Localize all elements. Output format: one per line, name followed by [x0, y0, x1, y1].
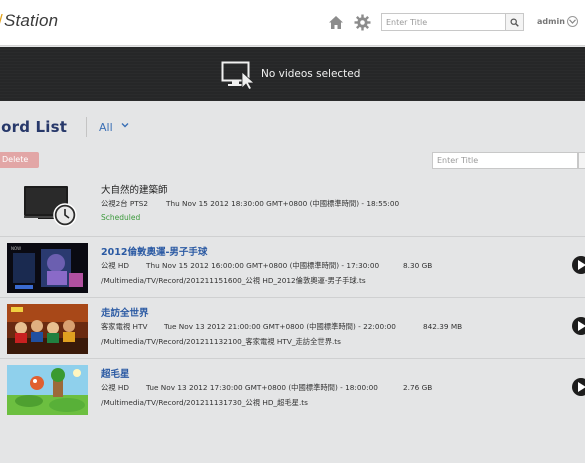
record-channel: 客家電視 HTV — [101, 322, 148, 331]
play-button[interactable] — [572, 256, 585, 274]
record-title[interactable]: 2012倫敦奧運-男子手球 — [101, 244, 207, 258]
search-input[interactable] — [382, 14, 506, 30]
record-title[interactable]: 走訪全世界 — [101, 305, 149, 319]
list-item[interactable]: 超毛星 公視 HD Tue Nov 13 2012 17:30:00 GMT+0… — [0, 358, 585, 419]
record-search-input[interactable] — [432, 152, 578, 169]
record-path: /Multimedia/TV/Record/201211131730_公視 HD… — [101, 398, 308, 407]
chevron-down-icon — [569, 19, 576, 24]
chevron-down-icon[interactable] — [120, 120, 130, 130]
record-path: /Multimedia/TV/Record/201211132100_客家電視 … — [101, 337, 341, 346]
record-title: 大自然的建築師 — [101, 185, 168, 196]
play-button[interactable] — [572, 317, 585, 335]
play-button[interactable] — [572, 378, 585, 396]
status-badge: Scheduled — [101, 213, 141, 222]
gear-icon[interactable] — [354, 14, 371, 31]
record-title[interactable]: 超毛星 — [101, 366, 130, 380]
user-name[interactable]: admin — [537, 17, 565, 26]
record-size: 842.39 MB — [423, 322, 463, 331]
record-time: Thu Nov 15 2012 16:00:00 GMT+0800 (中國標準時… — [146, 261, 380, 270]
video-thumbnail — [7, 365, 88, 415]
delete-button[interactable]: Delete — [0, 152, 39, 168]
user-menu-button[interactable] — [567, 16, 578, 27]
home-icon[interactable] — [328, 15, 344, 30]
record-channel: 公視 HD — [101, 383, 130, 392]
video-thumbnail: NOW — [7, 243, 88, 293]
video-thumbnail — [7, 304, 88, 354]
no-videos-message: No videos selected — [261, 68, 361, 80]
search-button[interactable] — [505, 14, 523, 30]
record-time: Tue Nov 13 2012 21:00:00 GMT+0800 (中國標準時… — [164, 322, 396, 331]
video-preview-panel: No videos selected — [0, 47, 585, 101]
record-path: /Multimedia/TV/Record/201211151600_公視 HD… — [101, 276, 366, 285]
record-time: Tue Nov 13 2012 17:30:00 GMT+0800 (中國標準時… — [146, 383, 378, 392]
svg-text:NOW: NOW — [11, 246, 21, 251]
scheduled-tv-icon — [24, 186, 77, 227]
title-search — [381, 13, 524, 31]
record-channel: 公視2台 PTS2 — [101, 199, 148, 208]
list-item[interactable]: NOW 2012倫敦奧運-男子手球 公視 HD Thu Nov 15 2012 … — [0, 236, 585, 297]
record-time: Thu Nov 15 2012 18:30:00 GMT+0800 (中國標準時… — [166, 199, 400, 208]
record-search-button[interactable] — [578, 152, 585, 169]
record-channel: 公視 HD — [101, 261, 130, 270]
list-item[interactable]: 大自然的建築師 公視2台 PTS2 Thu Nov 15 2012 18:30:… — [0, 175, 585, 236]
app-logo[interactable]: /Station — [0, 11, 58, 31]
record-size: 8.30 GB — [403, 261, 433, 270]
record-size: 2.76 GB — [403, 383, 433, 392]
search-icon — [510, 18, 519, 27]
divider — [86, 117, 87, 137]
page-title: cord List — [0, 118, 68, 136]
top-bar: /Station admin — [0, 0, 585, 46]
monitor-cursor-icon — [221, 61, 255, 89]
list-item[interactable]: 走訪全世界 客家電視 HTV Tue Nov 13 2012 21:00:00 … — [0, 297, 585, 358]
filter-dropdown[interactable]: All — [99, 121, 113, 134]
